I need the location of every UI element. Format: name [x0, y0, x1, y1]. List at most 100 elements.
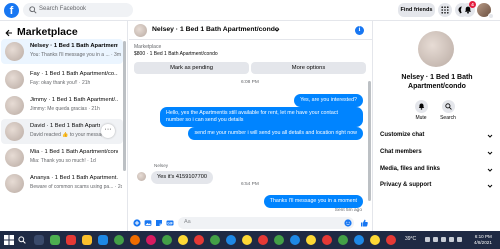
- inbox-scrollbar[interactable]: [123, 41, 126, 171]
- section-label: Chat members: [380, 149, 422, 155]
- marketplace-inbox-panel: Marketplace Nelsey · 1 Bed 1 Bath Apartm…: [0, 21, 128, 231]
- incoming-message[interactable]: Yes it's 4159107700: [151, 171, 214, 184]
- chrome-icon[interactable]: [242, 235, 252, 245]
- conversation-name: Ananya · 1 Bed 1 Bath Apartment...: [30, 175, 118, 181]
- chat-members-section[interactable]: Chat members: [380, 149, 495, 155]
- windows-start-icon[interactable]: [4, 235, 14, 245]
- info-icon[interactable]: i: [355, 26, 364, 35]
- chrome-icon[interactable]: [114, 235, 124, 245]
- notification-count-badge: 4: [469, 1, 476, 8]
- message-line: number so i can send you details: [166, 117, 244, 123]
- facebook-logo[interactable]: f: [4, 3, 19, 18]
- outgoing-message[interactable]: Hello, yes the Apartmentis still availab…: [160, 107, 363, 127]
- sticker-icon[interactable]: [155, 219, 163, 227]
- chevron-down-icon: [487, 168, 493, 172]
- emoji-icon[interactable]: [344, 219, 352, 227]
- chrome-icon[interactable]: [162, 235, 172, 245]
- chat-title[interactable]: Nelsey · 1 Bed 1 Bath Apartment/condo: [152, 26, 279, 33]
- outgoing-message[interactable]: Yes, are you interested?: [294, 94, 363, 107]
- conversation-item[interactable]: Nelsey · 1 Bed 1 Bath Apartment... You: …: [1, 39, 123, 64]
- listing-summary[interactable]: Marketplace $800 · 1 Bed 1 Bath Apartmen…: [134, 44, 218, 58]
- system-tray-icon[interactable]: [425, 237, 430, 242]
- notifications-button[interactable]: 4: [461, 1, 476, 17]
- conversation-item[interactable]: David · 1 Bed 1 Bath Apartment... David …: [1, 119, 123, 144]
- top-navigation-bar: f Search Facebook Find friends: [0, 0, 500, 21]
- media-files-links-section[interactable]: Media, files and links: [380, 166, 495, 172]
- chrome-icon[interactable]: [274, 235, 284, 245]
- back-arrow-icon[interactable]: [5, 29, 13, 37]
- chrome-icon[interactable]: [386, 235, 396, 245]
- mute-button[interactable]: Mute: [409, 100, 433, 121]
- conversation-preview: David reacted 👍 to your message: ...: [30, 132, 102, 138]
- section-label: Media, files and links: [380, 166, 441, 172]
- chrome-icon[interactable]: [130, 235, 140, 245]
- image-icon[interactable]: [144, 219, 152, 227]
- system-tray-icon[interactable]: [433, 237, 438, 242]
- chevron-down-icon: [487, 134, 493, 138]
- app-icon[interactable]: [98, 235, 108, 245]
- chevron-down-icon[interactable]: [274, 27, 280, 33]
- search-in-conversation-button[interactable]: Search: [436, 100, 460, 121]
- conversation-preview: Beware of common scams using pa... · 2d: [30, 184, 122, 190]
- chrome-icon[interactable]: [210, 235, 220, 245]
- mute-label: Mute: [415, 115, 427, 121]
- avatar[interactable]: [418, 31, 454, 67]
- menu-grid-button[interactable]: [438, 3, 452, 17]
- more-options-button[interactable]: More options: [251, 62, 366, 74]
- windows-taskbar: 39°C 6:10 PM 4/8/2021: [0, 231, 500, 249]
- bell-icon: [418, 103, 424, 110]
- message-input[interactable]: Aa: [178, 217, 354, 229]
- chrome-icon[interactable]: [178, 235, 188, 245]
- battery-icon[interactable]: [457, 237, 462, 242]
- chrome-icon[interactable]: [322, 235, 332, 245]
- avatar[interactable]: [134, 24, 147, 37]
- chrome-icon[interactable]: [226, 235, 236, 245]
- chrome-icon[interactable]: [354, 235, 364, 245]
- sender-name: Nelsey: [154, 163, 169, 168]
- chevron-down-icon: [487, 151, 493, 155]
- conversation-item[interactable]: Jimmy · 1 Bed 1 Bath Apartment/... Jimmy…: [1, 93, 123, 118]
- conversation-item[interactable]: Mia · 1 Bed 1 Bath Apartment/condo Mia: …: [1, 145, 123, 170]
- thumbs-up-icon[interactable]: [360, 219, 368, 227]
- app-icon[interactable]: [82, 235, 92, 245]
- panel-title: Marketplace: [17, 26, 78, 38]
- task-view-icon[interactable]: [34, 235, 44, 245]
- conversation-name: Jimmy · 1 Bed 1 Bath Apartment/...: [30, 97, 118, 103]
- conversation-item[interactable]: Fay · 1 Bed 1 Bath Apartment/co... Fay: …: [1, 67, 123, 92]
- mark-as-pending-button[interactable]: Mark as pending: [134, 62, 249, 74]
- taskbar-search-icon[interactable]: [18, 236, 26, 244]
- clock[interactable]: 6:10 PM 4/8/2021: [474, 234, 492, 246]
- network-icon[interactable]: [441, 237, 446, 242]
- chrome-icon[interactable]: [146, 235, 156, 245]
- chrome-icon[interactable]: [306, 235, 316, 245]
- search-placeholder: Search Facebook: [39, 6, 87, 12]
- gif-icon[interactable]: GIF: [166, 219, 174, 227]
- timestamp: 6:08 PM: [241, 80, 259, 85]
- chrome-icon[interactable]: [290, 235, 300, 245]
- plus-icon[interactable]: [133, 219, 141, 227]
- app-icon[interactable]: [66, 235, 76, 245]
- chrome-icon[interactable]: [258, 235, 268, 245]
- chrome-icon[interactable]: [338, 235, 348, 245]
- volume-icon[interactable]: [449, 237, 454, 242]
- find-friends-button[interactable]: Find friends: [398, 3, 435, 17]
- conversation-name: Fay · 1 Bed 1 Bath Apartment/co...: [30, 71, 118, 77]
- account-menu-caret-icon[interactable]: [488, 13, 494, 19]
- chat-scrollbar[interactable]: [368, 81, 371, 201]
- search-input[interactable]: Search Facebook: [23, 3, 133, 17]
- conversation-item[interactable]: Ananya · 1 Bed 1 Bath Apartment... Bewar…: [1, 171, 123, 196]
- app-icon[interactable]: [50, 235, 60, 245]
- avatar: [137, 172, 146, 181]
- weather-readout[interactable]: 39°C: [405, 236, 416, 242]
- outgoing-message[interactable]: send me your number i will send you all …: [188, 127, 363, 140]
- conversation-options-button[interactable]: ···: [101, 124, 115, 138]
- search-label: Search: [440, 115, 456, 121]
- conversation-preview: Mia: Thank you so much! · 1d: [30, 158, 96, 164]
- outgoing-message[interactable]: Thanks I'll message you in a moment: [263, 195, 363, 208]
- chrome-icon[interactable]: [370, 235, 380, 245]
- customize-chat-section[interactable]: Customize chat: [380, 132, 495, 138]
- privacy-support-section[interactable]: Privacy & support: [380, 182, 495, 188]
- conversation-name-line: Nelsey · 1 Bed 1 Bath: [401, 74, 473, 81]
- chrome-icon[interactable]: [194, 235, 204, 245]
- conversation-details-panel: Nelsey · 1 Bed 1 Bath Apartment/condo Mu…: [374, 21, 500, 231]
